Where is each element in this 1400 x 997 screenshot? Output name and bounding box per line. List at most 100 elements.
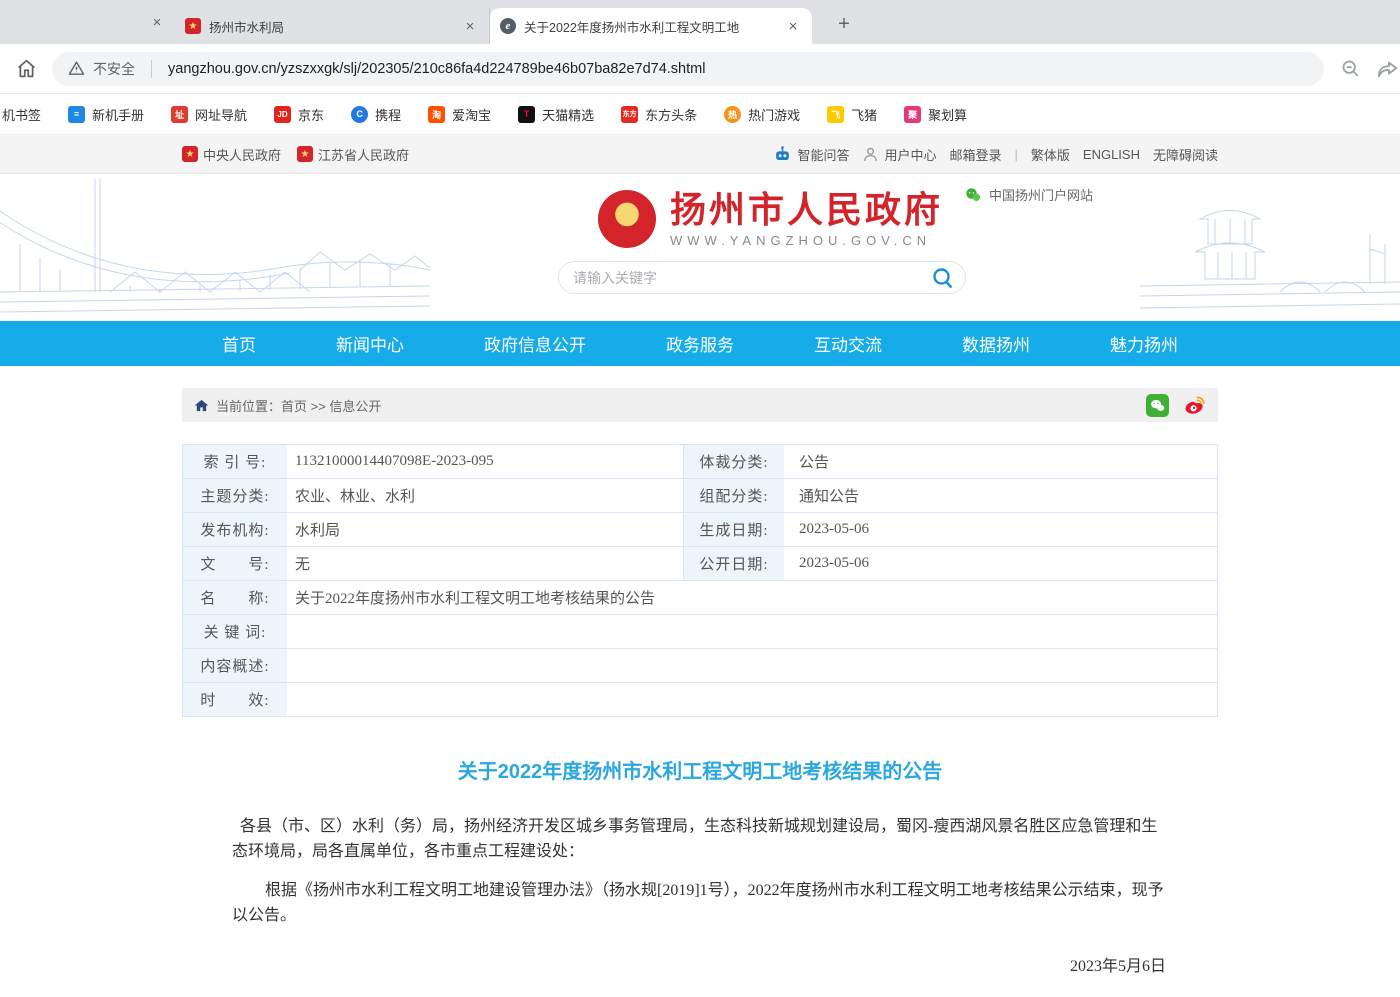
- info-value-topic: 农业、林业、水利: [287, 479, 683, 512]
- site-url: WWW.YANGZHOU.GOV.CN: [670, 233, 943, 248]
- url-text[interactable]: yangzhou.gov.cn/yzszxxgk/slj/202305/210c…: [168, 61, 705, 77]
- nav-item-interaction[interactable]: 互动交流: [814, 331, 882, 356]
- share-icon[interactable]: [1376, 57, 1400, 81]
- table-row: 名 称: 关于2022年度扬州市水利工程文明工地考核结果的公告: [183, 581, 1217, 615]
- zoom-out-icon[interactable]: [1338, 57, 1362, 81]
- bookmark-label: 聚划算: [928, 105, 967, 124]
- info-label: 体裁分类:: [683, 445, 784, 478]
- bookmark-item[interactable]: 飞 飞猪: [827, 105, 877, 124]
- search-input[interactable]: [559, 270, 921, 286]
- nav-item-data[interactable]: 数据扬州: [962, 331, 1030, 356]
- tab-strip: × ★ 扬州市水利局 × e 关于2022年度扬州市水利工程文明工地 × +: [0, 0, 1400, 44]
- table-row: 发布机构: 水利局 生成日期: 2023-05-06: [183, 513, 1217, 547]
- bookmark-label: 机书签: [2, 105, 41, 124]
- bookmark-item[interactable]: 热 热门游戏: [724, 105, 800, 124]
- banner-artwork-right-pavilion: [1140, 174, 1400, 321]
- address-bar[interactable]: 不安全 yangzhou.gov.cn/yzszxxgk/slj/202305/…: [52, 52, 1324, 86]
- new-tab-button[interactable]: +: [830, 10, 858, 38]
- article-date: 2023年5月6日: [232, 954, 1168, 979]
- nav-item-home[interactable]: 首页: [222, 331, 256, 356]
- link-english[interactable]: ENGLISH: [1083, 147, 1140, 162]
- bookmark-item[interactable]: C 携程: [351, 105, 401, 124]
- info-value-summary: [287, 649, 1217, 682]
- bookmark-favicon-icon: ≡: [68, 106, 85, 123]
- bookmark-label: 网址导航: [195, 105, 247, 124]
- search-icon[interactable]: [921, 262, 965, 293]
- bookmarks-bar: 机书签 ≡ 新机手册 址 网址导航 JD 京东 C 携程 淘 爱淘宝 T 天猫精…: [0, 94, 1400, 135]
- breadcrumb[interactable]: 当前位置：首页 >> 信息公开: [216, 396, 381, 415]
- link-user-center[interactable]: 用户中心: [862, 145, 936, 164]
- bookmark-favicon-icon: 聚: [904, 106, 921, 123]
- link-label: 智能问答: [797, 145, 849, 164]
- nav-item-info-disclosure[interactable]: 政府信息公开: [484, 331, 586, 356]
- breadcrumb-bar: 当前位置：首页 >> 信息公开: [182, 388, 1218, 422]
- link-mail-login[interactable]: 邮箱登录: [949, 145, 1001, 164]
- gov-emblem-icon: ★: [182, 146, 198, 162]
- tab-close-icon[interactable]: ×: [461, 17, 479, 35]
- bookmark-label: 新机手册: [92, 105, 144, 124]
- weibo-share-icon[interactable]: [1183, 394, 1206, 417]
- home-icon[interactable]: [14, 57, 38, 81]
- info-label: 名 称:: [183, 581, 287, 614]
- tab-announcement-active[interactable]: e 关于2022年度扬州市水利工程文明工地 ×: [490, 8, 812, 44]
- bookmark-label: 京东: [298, 105, 324, 124]
- info-label: 关 键 词:: [183, 615, 287, 648]
- article-body: 各县（市、区）水利（务）局，扬州经济开发区城乡事务管理局，生态科技新城规划建设局…: [182, 814, 1218, 997]
- tab-close-icon[interactable]: ×: [148, 13, 166, 31]
- info-label: 公开日期:: [683, 547, 784, 580]
- link-traditional-chinese[interactable]: 繁体版: [1031, 145, 1070, 164]
- main-nav: 首页 新闻中心 政府信息公开 政务服务 互动交流 数据扬州 魅力扬州: [0, 321, 1400, 366]
- link-smart-qa[interactable]: 智能问答: [773, 145, 849, 164]
- bookmark-item[interactable]: 聚 聚划算: [904, 105, 967, 124]
- bookmark-favicon-icon: 东方: [621, 106, 638, 123]
- link-label: 江苏省人民政府: [318, 145, 409, 164]
- nav-item-news[interactable]: 新闻中心: [336, 331, 404, 356]
- info-value-genre: 公告: [784, 445, 1217, 478]
- bookmark-item[interactable]: 淘 爱淘宝: [428, 105, 491, 124]
- nav-item-services[interactable]: 政务服务: [666, 331, 734, 356]
- bookmark-item[interactable]: ≡ 新机手册: [68, 105, 144, 124]
- bookmark-favicon-icon: T: [518, 106, 535, 123]
- table-row: 关 键 词:: [183, 615, 1217, 649]
- article-paragraph: 根据《扬州市水利工程文明工地建设管理办法》（扬水规[2019]1号），2022年…: [232, 878, 1168, 928]
- info-value-title: 关于2022年度扬州市水利工程文明工地考核结果的公告: [287, 581, 1217, 614]
- masthead-banner: ★ 扬州市人民政府 WWW.YANGZHOU.GOV.CN 中国扬州门户网站: [0, 174, 1400, 321]
- tab-shuiliju[interactable]: ★ 扬州市水利局 ×: [175, 8, 490, 44]
- info-label: 生成日期:: [683, 513, 784, 546]
- site-logo[interactable]: ★ 扬州市人民政府 WWW.YANGZHOU.GOV.CN: [598, 190, 943, 248]
- home-breadcrumb-icon: [194, 398, 209, 413]
- site-search: [558, 261, 966, 294]
- topbar-divider: |: [1015, 147, 1018, 162]
- bookmark-label: 热门游戏: [748, 105, 800, 124]
- bookmark-item[interactable]: 址 网址导航: [171, 105, 247, 124]
- site-favicon-icon: e: [500, 18, 516, 34]
- wechat-icon: [964, 186, 982, 204]
- link-label: 中央人民政府: [203, 145, 281, 164]
- nav-item-charm[interactable]: 魅力扬州: [1110, 331, 1178, 356]
- tab-close-icon[interactable]: ×: [784, 17, 802, 35]
- wechat-share-icon[interactable]: [1146, 394, 1169, 417]
- content-container: 当前位置：首页 >> 信息公开 索 引 号: 11321000014407098…: [182, 388, 1218, 997]
- table-row: 内容概述:: [183, 649, 1217, 683]
- link-jiangsu-government[interactable]: ★ 江苏省人民政府: [297, 145, 409, 164]
- bookmark-item[interactable]: JD 京东: [274, 105, 324, 124]
- bookmark-item[interactable]: 东方 东方头条: [621, 105, 697, 124]
- bookmark-label: 天猫精选: [542, 105, 594, 124]
- info-value-agency: 水利局: [287, 513, 683, 546]
- link-label: 用户中心: [884, 145, 936, 164]
- bookmark-item[interactable]: T 天猫精选: [518, 105, 594, 124]
- user-icon: [862, 146, 879, 163]
- info-label: 文 号:: [183, 547, 287, 580]
- info-label: 发布机构:: [183, 513, 287, 546]
- bookmark-item[interactable]: 机书签: [2, 105, 41, 124]
- portal-link[interactable]: 中国扬州门户网站: [964, 185, 1093, 204]
- table-row: 文 号: 无 公开日期: 2023-05-06: [183, 547, 1217, 581]
- link-central-government[interactable]: ★ 中央人民政府: [182, 145, 281, 164]
- table-row: 索 引 号: 11321000014407098E-2023-095 体裁分类:…: [183, 445, 1217, 479]
- tab-title: 扬州市水利局: [209, 17, 284, 36]
- security-label[interactable]: 不安全: [93, 59, 135, 79]
- info-value-doc-number: 无: [287, 547, 683, 580]
- info-value-validity: [287, 683, 1217, 716]
- link-accessibility[interactable]: 无障碍阅读: [1153, 145, 1218, 164]
- info-label: 内容概述:: [183, 649, 287, 682]
